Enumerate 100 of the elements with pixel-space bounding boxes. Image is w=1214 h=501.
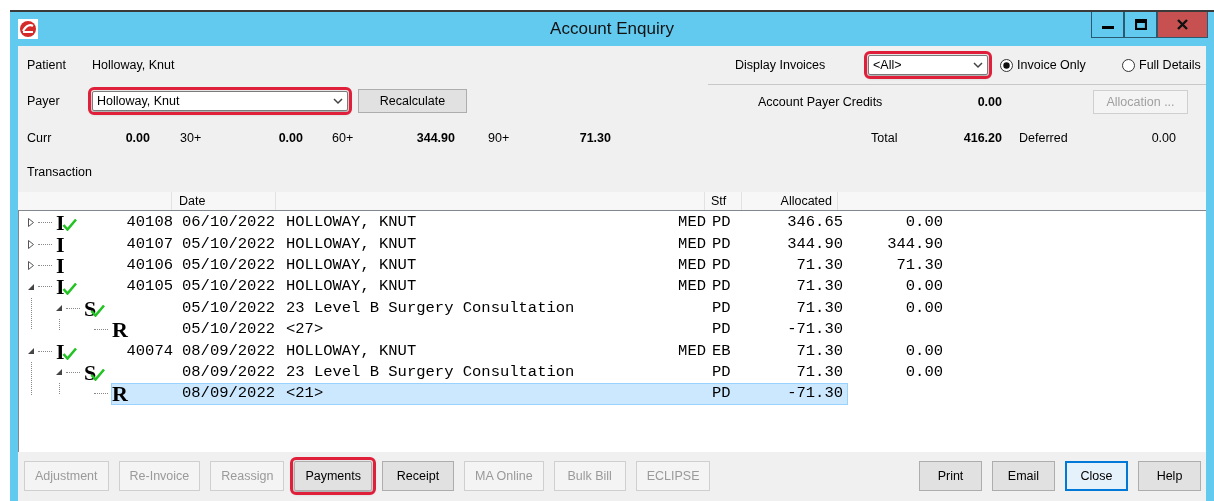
aging-amount: 71.30 bbox=[578, 131, 611, 145]
type-letter: I bbox=[56, 213, 65, 233]
stf-cell: EB bbox=[712, 341, 731, 360]
dialog-button[interactable]: Print bbox=[919, 461, 982, 491]
amount-cell: 0.00 bbox=[905, 362, 943, 381]
tree-row[interactable]: I 40074 08/09/2022 HOLLOWAY, KNUT MED EB 71.30 bbox=[55, 340, 848, 362]
aging-label: 90+ bbox=[488, 131, 511, 145]
collapse-arrow-icon[interactable] bbox=[27, 347, 35, 356]
total-amount: 416.20 bbox=[962, 131, 1002, 145]
description-cell: HOLLOWAY, KNUT bbox=[286, 234, 417, 253]
window-title: Account Enquiry bbox=[550, 19, 674, 39]
date-cell: 06/10/2022 bbox=[182, 213, 275, 232]
amount-cell: 0.00 bbox=[905, 213, 943, 232]
dialog-button[interactable]: Close bbox=[1065, 461, 1128, 491]
stf-cell: PD bbox=[712, 362, 731, 381]
section-label: Transaction bbox=[27, 165, 93, 179]
expand-arrow-icon[interactable] bbox=[27, 218, 35, 228]
allocated-cell: 71.30 bbox=[796, 298, 843, 317]
number-cell: 40108 bbox=[126, 213, 173, 233]
collapse-arrow-icon[interactable] bbox=[55, 368, 63, 377]
aging-amount: 0.00 bbox=[124, 131, 150, 145]
field-label: Patient bbox=[27, 58, 67, 72]
maximize-button[interactable] bbox=[1124, 12, 1157, 38]
expand-arrow-icon[interactable] bbox=[27, 260, 35, 270]
date-cell: 05/10/2022 bbox=[182, 255, 275, 274]
aging-amount: 344.90 bbox=[415, 131, 455, 145]
type-letter: S bbox=[84, 362, 97, 382]
field-label: Deferred bbox=[1019, 131, 1069, 145]
action-button[interactable]: Receipt bbox=[382, 461, 454, 491]
allocated-cell: -71.30 bbox=[787, 384, 843, 403]
allocated-cell: 71.30 bbox=[796, 362, 843, 381]
stf-cell: PD bbox=[712, 384, 731, 403]
amount-cell: 344.90 bbox=[887, 234, 943, 253]
field-label: Display Invoices bbox=[735, 58, 827, 72]
number-cell: 40105 bbox=[126, 277, 173, 297]
stf-cell: PD bbox=[712, 234, 731, 253]
type-letter: I bbox=[56, 277, 65, 297]
maximize-icon bbox=[1134, 19, 1147, 30]
allocated-cell: -71.30 bbox=[787, 320, 843, 339]
column-header[interactable]: Stf bbox=[711, 194, 727, 208]
code-cell: MED bbox=[678, 341, 706, 360]
credits-amount: 0.00 bbox=[976, 94, 1002, 109]
aging-label: 60+ bbox=[332, 131, 355, 145]
chevron-icon bbox=[333, 97, 343, 105]
description-cell: HOLLOWAY, KNUT bbox=[286, 255, 417, 274]
number-cell: 40107 bbox=[126, 234, 173, 254]
recalculate-button[interactable]: Recalculate bbox=[358, 89, 467, 113]
minimize-button[interactable] bbox=[1091, 12, 1124, 38]
description-cell: 23 Level B Surgery Consultation bbox=[286, 362, 575, 381]
field-label: Payer bbox=[27, 94, 61, 108]
amount-cell: 0.00 bbox=[905, 298, 943, 317]
date-cell: 08/09/2022 bbox=[182, 384, 275, 403]
tree-row[interactable]: I 40105 05/10/2022 HOLLOWAY, KNUT MED PD 71.30 bbox=[55, 276, 848, 298]
expand-arrow-icon[interactable] bbox=[27, 239, 35, 249]
description-cell: <27> bbox=[286, 320, 324, 339]
allocated-cell: 71.30 bbox=[796, 277, 843, 296]
amount-cell: 0.00 bbox=[905, 277, 943, 296]
stf-cell: PD bbox=[712, 298, 731, 317]
code-cell: MED bbox=[678, 234, 706, 253]
tree-row[interactable]: S 08/09/2022 23 Level B Surgery Consultation PD 71.30 bbox=[83, 361, 848, 384]
aging-amount: 0.00 bbox=[277, 131, 303, 145]
radio-option[interactable]: Full Details bbox=[1122, 58, 1201, 72]
amount-cell: 0.00 bbox=[905, 341, 943, 360]
tree-row[interactable]: I 40106 05/10/2022 HOLLOWAY, KNUT MED PD 71.30 bbox=[55, 254, 848, 277]
collapse-arrow-icon[interactable] bbox=[27, 282, 35, 291]
date-cell: 05/10/2022 bbox=[182, 320, 275, 339]
column-header[interactable]: Date bbox=[179, 194, 206, 208]
close-button[interactable] bbox=[1157, 12, 1208, 38]
type-letter: S bbox=[84, 298, 97, 318]
code-cell: MED bbox=[678, 213, 706, 232]
description-cell: HOLLOWAY, KNUT bbox=[286, 341, 417, 360]
allocated-cell: 346.65 bbox=[787, 213, 843, 232]
date-cell: 08/09/2022 bbox=[182, 362, 275, 381]
stf-cell: PD bbox=[712, 255, 731, 274]
stf-cell: PD bbox=[712, 320, 731, 339]
aging-label: Curr bbox=[27, 131, 53, 145]
type-letter: I bbox=[56, 341, 65, 361]
amount-cell: 71.30 bbox=[896, 255, 943, 274]
tree-row[interactable]: I 40107 05/10/2022 HOLLOWAY, KNUT MED PD 344.90 bbox=[55, 233, 848, 255]
tree-row[interactable]: S 05/10/2022 23 Level B Surgery Consultation PD 71.30 bbox=[83, 297, 848, 319]
dialog-button[interactable]: Help bbox=[1138, 461, 1201, 491]
allocated-cell: 71.30 bbox=[796, 341, 843, 360]
chevron-icon bbox=[973, 61, 983, 69]
dialog-button[interactable]: Email bbox=[992, 461, 1055, 491]
stf-cell: PD bbox=[712, 213, 731, 232]
tree-row[interactable]: R 08/09/2022 <21> PD -71.30 bbox=[111, 383, 848, 405]
allocated-cell: 71.30 bbox=[796, 255, 843, 274]
date-cell: 05/10/2022 bbox=[182, 277, 275, 296]
field-label: Total bbox=[871, 131, 899, 145]
date-cell: 08/09/2022 bbox=[182, 341, 275, 360]
radio-option[interactable]: Invoice Only bbox=[1000, 58, 1100, 72]
tree-row[interactable]: I 40108 06/10/2022 HOLLOWAY, KNUT MED PD 346.65 bbox=[55, 212, 848, 234]
collapse-arrow-icon[interactable] bbox=[55, 304, 63, 313]
logo-icon bbox=[18, 19, 38, 39]
stf-cell: PD bbox=[712, 277, 731, 296]
column-header[interactable]: Allocated bbox=[780, 194, 832, 208]
tree-row[interactable]: R 05/10/2022 <27> PD -71.30 bbox=[111, 318, 848, 341]
code-cell: MED bbox=[678, 255, 706, 274]
close-icon bbox=[1177, 19, 1188, 30]
description-cell: HOLLOWAY, KNUT bbox=[286, 213, 417, 232]
